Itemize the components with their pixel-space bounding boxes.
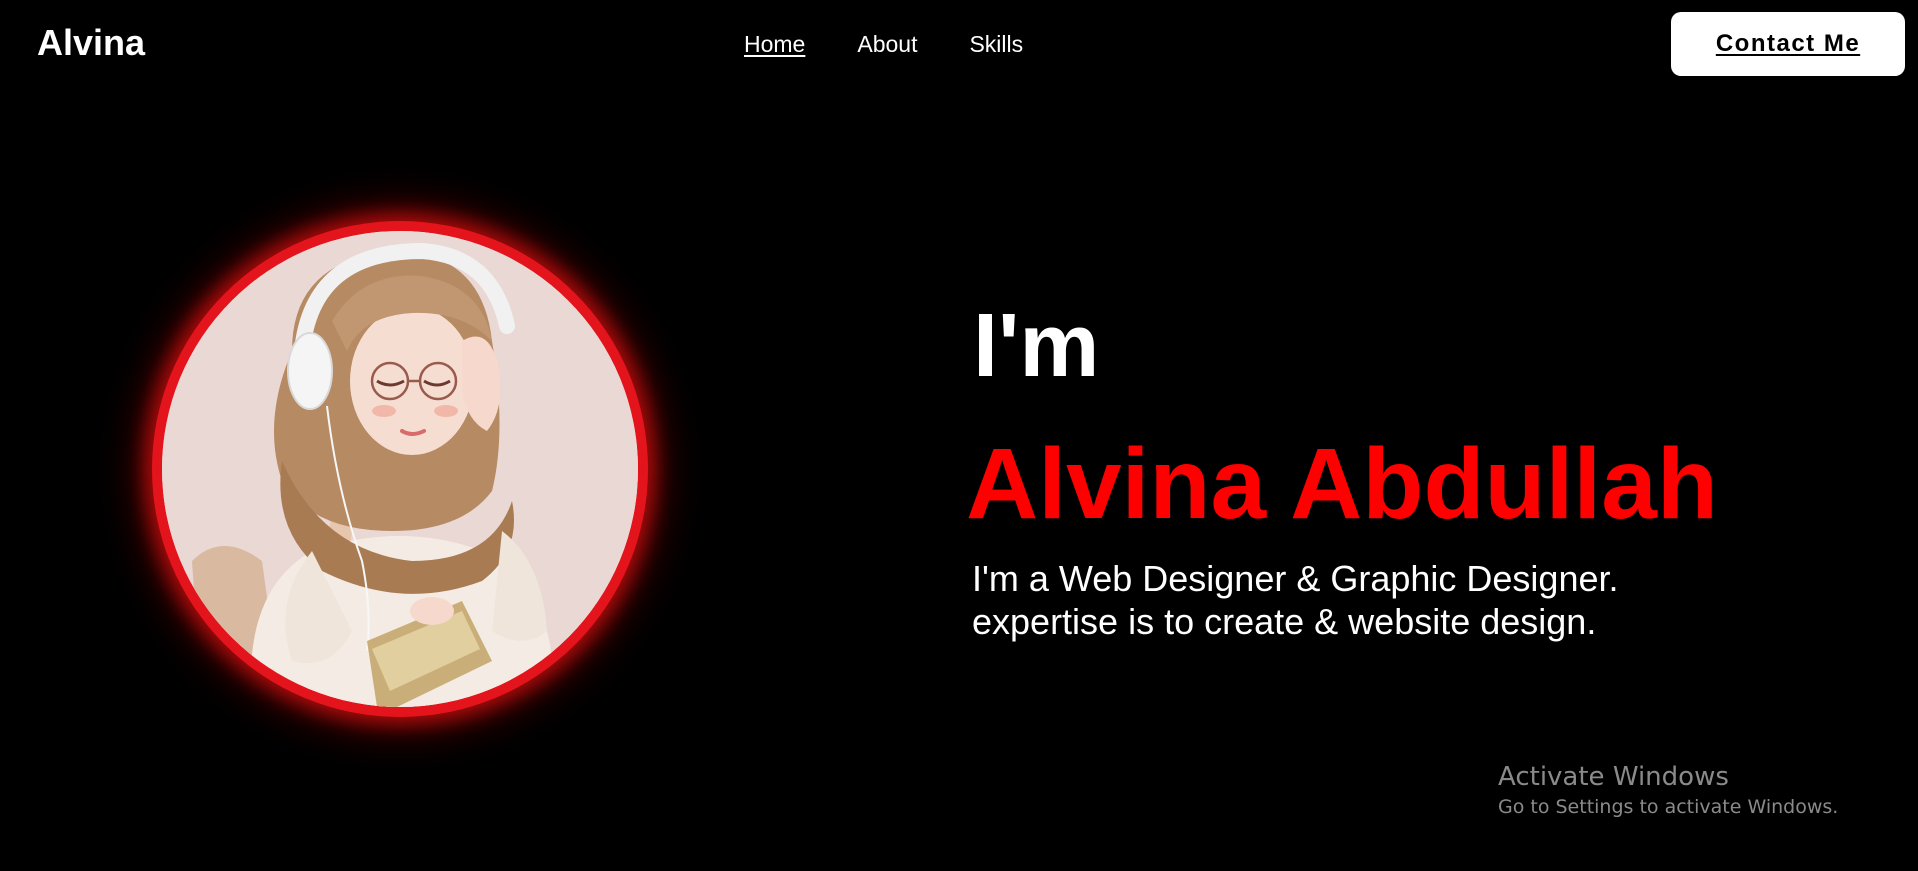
portfolio-page: Alvina Home About Skills Contact Me I'm … <box>0 0 1918 871</box>
main-nav: Home About Skills <box>744 28 1075 60</box>
avatar-frame <box>152 221 648 717</box>
watermark-subtitle: Go to Settings to activate Windows. <box>1498 796 1839 818</box>
watermark-title: Activate Windows <box>1498 762 1729 792</box>
windows-activation-watermark: Activate Windows Go to Settings to activ… <box>1498 760 1838 820</box>
profile-illustration-icon <box>162 231 638 707</box>
nav-home-link[interactable]: Home <box>744 28 805 60</box>
contact-me-button[interactable]: Contact Me <box>1671 12 1905 76</box>
hero-description-line: I'm a Web Designer & Graphic Designer. <box>972 558 1619 599</box>
avatar <box>162 231 638 707</box>
nav-skills-link[interactable]: Skills <box>969 28 1023 60</box>
nav-about-link[interactable]: About <box>857 28 917 60</box>
site-logo[interactable]: Alvina <box>37 22 145 64</box>
hero-name: Alvina Abdullah <box>966 428 1718 540</box>
hero-description-line: expertise is to create & website design. <box>972 601 1597 642</box>
hero-description: I'm a Web Designer & Graphic Designer. e… <box>972 557 1619 643</box>
hero-greeting: I'm <box>973 296 1100 396</box>
